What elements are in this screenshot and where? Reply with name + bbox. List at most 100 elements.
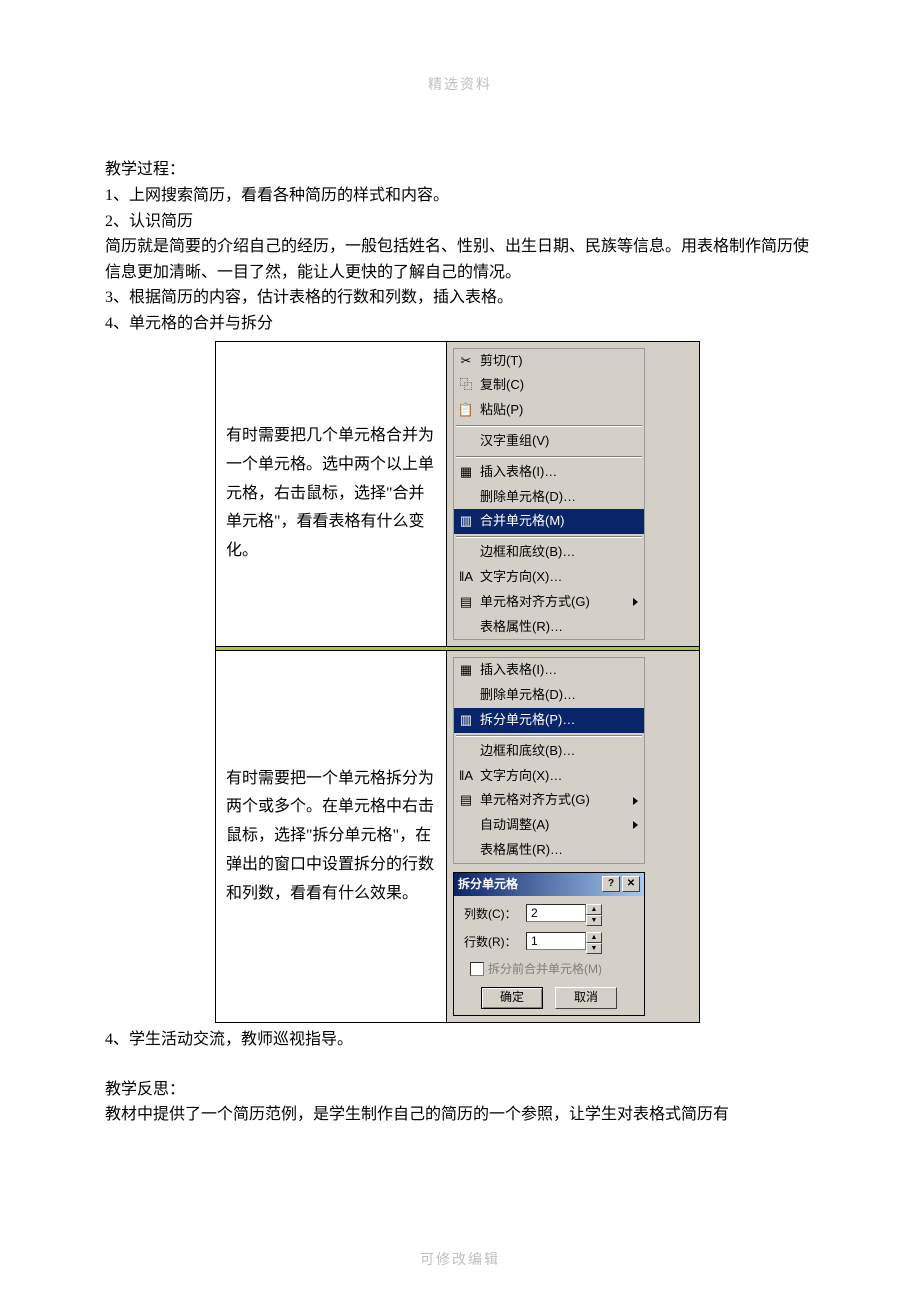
- split-description-cell: 有时需要把一个单元格拆分为两个或多个。在单元格中右击鼠标，选择"拆分单元格"，在…: [216, 651, 447, 1023]
- checkbox-box[interactable]: [470, 962, 484, 976]
- align-icon: ▤: [458, 793, 474, 809]
- body-text: 教学过程： 1、上网搜索简历，看看各种简历的样式和内容。 2、认识简历 简历就是…: [105, 157, 815, 336]
- blank-icon: [458, 489, 474, 505]
- menu-separator: [456, 536, 642, 538]
- paragraph: 教学过程：: [105, 157, 815, 183]
- body-text: 4、学生活动交流，教师巡视指导。 教学反思： 教材中提供了一个简历范例，是学生制…: [105, 1027, 815, 1128]
- menu-label: 合并单元格(M): [480, 511, 638, 532]
- merge-menu-cell: ✂ 剪切(T) ⿻ 复制(C) 📋 粘贴(P): [447, 341, 700, 647]
- document-page: 精选资料 教学过程： 1、上网搜索简历，看看各种简历的样式和内容。 2、认识简历…: [0, 0, 920, 1300]
- cancel-button[interactable]: 取消: [555, 987, 617, 1009]
- blank-icon: [458, 817, 474, 833]
- menu-separator: [456, 425, 642, 427]
- rows-label: 行数(R)：: [464, 933, 520, 952]
- menu-item-text-direction[interactable]: ‖A 文字方向(X)…: [454, 764, 644, 789]
- menu-item-align[interactable]: ▤ 单元格对齐方式(G): [454, 590, 644, 615]
- menu-label: 拆分单元格(P)…: [480, 710, 638, 731]
- close-button[interactable]: ✕: [622, 876, 640, 892]
- paragraph: 教学反思：: [105, 1077, 815, 1103]
- menu-label: 汉字重组(V): [480, 431, 638, 452]
- menu-item-props[interactable]: 表格属性(R)…: [454, 838, 644, 863]
- paragraph: 4、学生活动交流，教师巡视指导。: [105, 1027, 815, 1053]
- table-icon: ▦: [458, 663, 474, 679]
- spin-up-button[interactable]: ▲: [586, 932, 602, 943]
- menu-item-delete-cell[interactable]: 删除单元格(D)…: [454, 485, 644, 510]
- merge-description-cell: 有时需要把几个单元格合并为一个单元格。选中两个以上单元格，右击鼠标，选择"合并单…: [216, 341, 447, 647]
- rows-row: 行数(R)： ▲ ▼: [464, 932, 634, 954]
- align-icon: ▤: [458, 594, 474, 610]
- table-row: 有时需要把几个单元格合并为一个单元格。选中两个以上单元格，右击鼠标，选择"合并单…: [216, 341, 700, 647]
- paste-icon: 📋: [458, 403, 474, 419]
- menu-label: 复制(C): [480, 375, 638, 396]
- help-button[interactable]: ?: [602, 876, 620, 892]
- paragraph: 4、单元格的合并与拆分: [105, 311, 815, 337]
- menu-item-border[interactable]: 边框和底纹(B)…: [454, 540, 644, 565]
- blank-icon: [458, 619, 474, 635]
- table-row: 有时需要把一个单元格拆分为两个或多个。在单元格中右击鼠标，选择"拆分单元格"，在…: [216, 651, 700, 1023]
- submenu-arrow-icon: [633, 797, 638, 805]
- page-header: 精选资料: [105, 75, 815, 97]
- menu-label: 文字方向(X)…: [480, 567, 638, 588]
- copy-icon: ⿻: [458, 378, 474, 394]
- context-menu-merge: ✂ 剪切(T) ⿻ 复制(C) 📋 粘贴(P): [453, 348, 645, 641]
- paragraph: 教材中提供了一个简历范例，是学生制作自己的简历的一个参照，让学生对表格式简历有: [105, 1102, 815, 1128]
- merge-icon: ▥: [458, 514, 474, 530]
- menu-label: 表格属性(R)…: [480, 617, 638, 638]
- split-cell-dialog: 拆分单元格 ? ✕ 列数(C)：: [453, 872, 645, 1016]
- menu-item-props[interactable]: 表格属性(R)…: [454, 615, 644, 640]
- merge-before-split-checkbox[interactable]: 拆分前合并单元格(M): [470, 960, 634, 979]
- menu-item-paste[interactable]: 📋 粘贴(P): [454, 398, 644, 423]
- menu-label: 插入表格(I)…: [480, 660, 638, 681]
- menu-label: 自动调整(A): [480, 815, 623, 836]
- menu-item-border[interactable]: 边框和底纹(B)…: [454, 739, 644, 764]
- dialog-buttons: 确定 取消: [464, 987, 634, 1009]
- menu-item-merge-cell[interactable]: ▥ 合并单元格(M): [454, 509, 644, 534]
- menu-label: 文字方向(X)…: [480, 766, 638, 787]
- instruction-table: 有时需要把几个单元格合并为一个单元格。选中两个以上单元格，右击鼠标，选择"合并单…: [215, 341, 700, 1024]
- text-direction-icon: ‖A: [458, 569, 474, 585]
- spin-down-button[interactable]: ▼: [586, 915, 602, 926]
- blank-icon: [458, 433, 474, 449]
- menu-label: 单元格对齐方式(G): [480, 592, 623, 613]
- submenu-arrow-icon: [633, 821, 638, 829]
- menu-item-cut[interactable]: ✂ 剪切(T): [454, 349, 644, 374]
- menu-label: 删除单元格(D)…: [480, 487, 638, 508]
- menu-item-align[interactable]: ▤ 单元格对齐方式(G): [454, 788, 644, 813]
- columns-row: 列数(C)： ▲ ▼: [464, 904, 634, 926]
- split-icon: ▥: [458, 712, 474, 728]
- spin-up-button[interactable]: ▲: [586, 904, 602, 915]
- paragraph: 3、根据简历的内容，估计表格的行数和列数，插入表格。: [105, 285, 815, 311]
- paragraph: 简历就是简要的介绍自己的经历，一般包括姓名、性别、出生日期、民族等信息。用表格制…: [105, 234, 815, 285]
- page-footer: 可修改编辑: [0, 1250, 920, 1272]
- cut-icon: ✂: [458, 353, 474, 369]
- menu-item-recompose[interactable]: 汉字重组(V): [454, 429, 644, 454]
- checkbox-label: 拆分前合并单元格(M): [488, 960, 602, 979]
- menu-separator: [456, 735, 642, 737]
- menu-item-insert-table[interactable]: ▦ 插入表格(I)…: [454, 460, 644, 485]
- menu-label: 单元格对齐方式(G): [480, 790, 623, 811]
- spin-down-button[interactable]: ▼: [586, 943, 602, 954]
- menu-label: 剪切(T): [480, 351, 638, 372]
- dialog-title-text: 拆分单元格: [458, 875, 518, 894]
- menu-item-delete-cell[interactable]: 删除单元格(D)…: [454, 683, 644, 708]
- blank-icon: [458, 688, 474, 704]
- menu-item-autofit[interactable]: 自动调整(A): [454, 813, 644, 838]
- menu-item-insert-table[interactable]: ▦ 插入表格(I)…: [454, 658, 644, 683]
- rows-input[interactable]: [526, 932, 586, 950]
- columns-input[interactable]: [526, 904, 586, 922]
- menu-item-text-direction[interactable]: ‖A 文字方向(X)…: [454, 565, 644, 590]
- blank-icon: [458, 743, 474, 759]
- submenu-arrow-icon: [633, 598, 638, 606]
- ok-button[interactable]: 确定: [481, 987, 543, 1009]
- split-menu-cell: ▦ 插入表格(I)… 删除单元格(D)… ▥ 拆分单元格(P)…: [447, 651, 700, 1023]
- dialog-titlebar: 拆分单元格 ? ✕: [454, 873, 644, 896]
- menu-label: 插入表格(I)…: [480, 462, 638, 483]
- menu-separator: [456, 456, 642, 458]
- blank-icon: [458, 545, 474, 561]
- menu-label: 表格属性(R)…: [480, 840, 638, 861]
- paragraph: 2、认识简历: [105, 209, 815, 235]
- context-menu-split: ▦ 插入表格(I)… 删除单元格(D)… ▥ 拆分单元格(P)…: [453, 657, 645, 863]
- menu-label: 边框和底纹(B)…: [480, 741, 638, 762]
- menu-item-copy[interactable]: ⿻ 复制(C): [454, 373, 644, 398]
- menu-item-split-cell[interactable]: ▥ 拆分单元格(P)…: [454, 708, 644, 733]
